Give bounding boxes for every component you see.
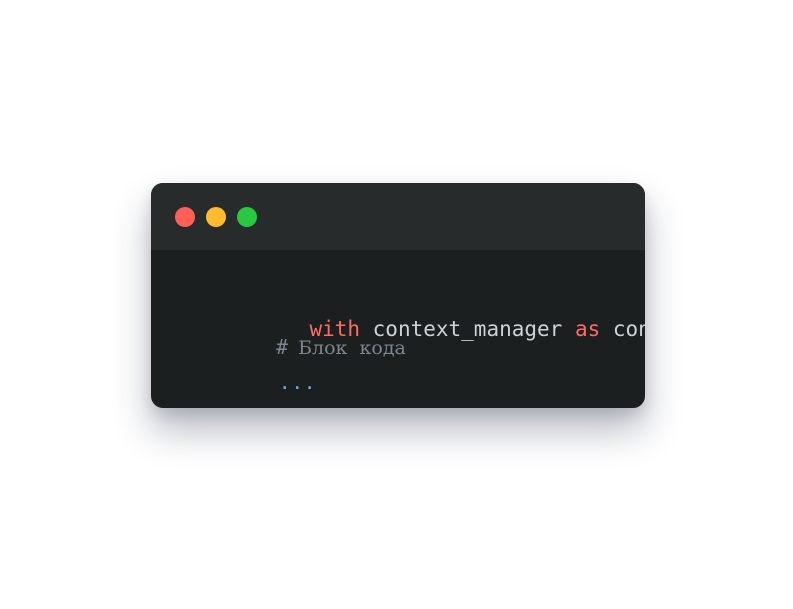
- code-window: with context_manager as context: # Блок …: [151, 183, 645, 408]
- title-bar: [151, 183, 645, 250]
- close-window-button[interactable]: [175, 207, 195, 227]
- zoom-window-button[interactable]: [237, 207, 257, 227]
- code-line-3: ...: [183, 345, 645, 394]
- code-line-1: with context_manager as context:: [183, 281, 645, 341]
- ellipsis-placeholder: ...: [279, 372, 317, 394]
- code-line-2: # Блок кода: [183, 313, 645, 359]
- code-block: with context_manager as context: # Блок …: [183, 281, 645, 394]
- minimize-window-button[interactable]: [206, 207, 226, 227]
- canvas: with context_manager as context: # Блок …: [0, 0, 793, 609]
